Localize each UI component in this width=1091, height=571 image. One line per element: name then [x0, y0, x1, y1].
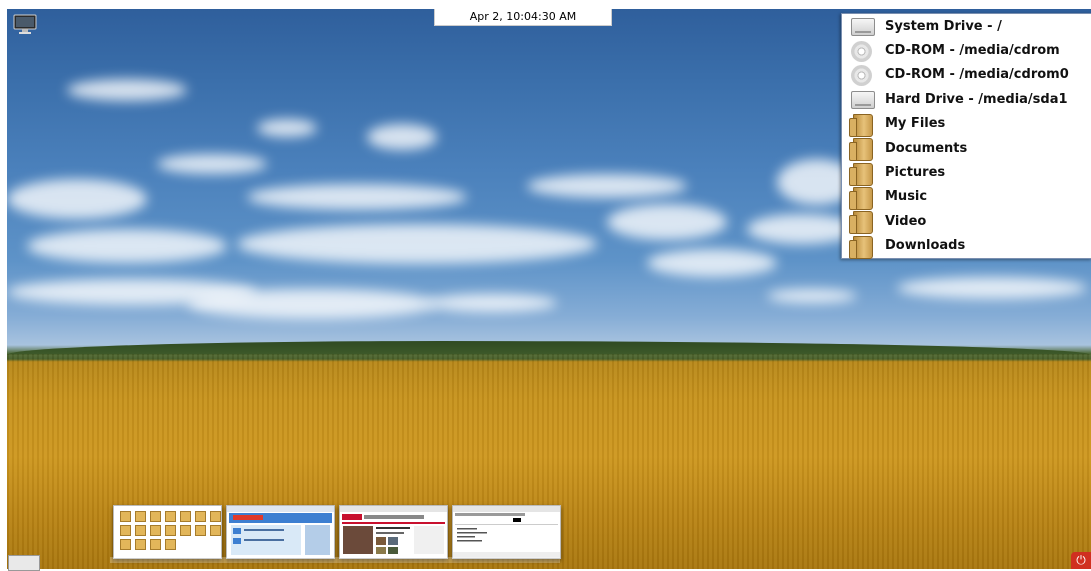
- folder-grid-preview: [120, 511, 221, 550]
- folder-icon: [848, 162, 876, 186]
- places-item-label: Hard Drive - /media/sda1: [885, 91, 1068, 107]
- folder-icon: [848, 235, 876, 259]
- places-item-label: Video: [885, 213, 927, 229]
- places-item-label: System Drive - /: [885, 18, 1002, 34]
- places-item-cdrom0[interactable]: CD-ROM - /media/cdrom0: [842, 63, 1091, 87]
- clock[interactable]: Apr 2, 10:04:30 AM: [434, 9, 612, 26]
- places-item-downloads[interactable]: Downloads: [842, 234, 1091, 259]
- places-item-music[interactable]: Music: [842, 185, 1091, 210]
- folder-icon: [848, 186, 876, 210]
- text-editor-window-thumbnail[interactable]: [452, 505, 561, 559]
- places-item-label: Pictures: [885, 165, 946, 181]
- places-item-documents[interactable]: Documents: [842, 136, 1091, 162]
- places-item-label: Downloads: [885, 238, 966, 254]
- cd-icon: [848, 64, 876, 86]
- places-item-video[interactable]: Video: [842, 209, 1091, 235]
- window-dock: [110, 505, 561, 563]
- news-browser-window-thumbnail[interactable]: [339, 505, 448, 559]
- file-manager-window-thumbnail[interactable]: [113, 505, 222, 559]
- hard-drive-icon: [848, 15, 876, 37]
- folder-icon: [848, 113, 876, 137]
- dock-reflection: [110, 557, 560, 563]
- browser-window-thumbnail[interactable]: [226, 505, 335, 559]
- places-item-my-files[interactable]: My Files: [842, 112, 1091, 137]
- places-item-label: Documents: [885, 140, 968, 156]
- hard-drive-icon: [848, 88, 876, 110]
- places-item-label: My Files: [885, 116, 946, 132]
- places-menu: System Drive - / CD-ROM - /media/cdrom C…: [841, 13, 1091, 259]
- folder-icon: [848, 137, 876, 162]
- places-item-label: CD-ROM - /media/cdrom: [885, 43, 1060, 59]
- places-item-hard-drive[interactable]: Hard Drive - /media/sda1: [842, 87, 1091, 111]
- places-item-system-drive[interactable]: System Drive - /: [842, 14, 1091, 38]
- tree-line: [7, 341, 1091, 355]
- folder-icon: [848, 210, 876, 235]
- places-item-label: CD-ROM - /media/cdrom0: [885, 67, 1069, 83]
- places-item-label: Music: [885, 189, 928, 205]
- monitor-icon[interactable]: [13, 14, 37, 34]
- power-icon[interactable]: ⏻: [1071, 552, 1091, 569]
- places-item-cdrom[interactable]: CD-ROM - /media/cdrom: [842, 38, 1091, 62]
- cd-icon: [848, 40, 876, 62]
- places-item-pictures[interactable]: Pictures: [842, 160, 1091, 186]
